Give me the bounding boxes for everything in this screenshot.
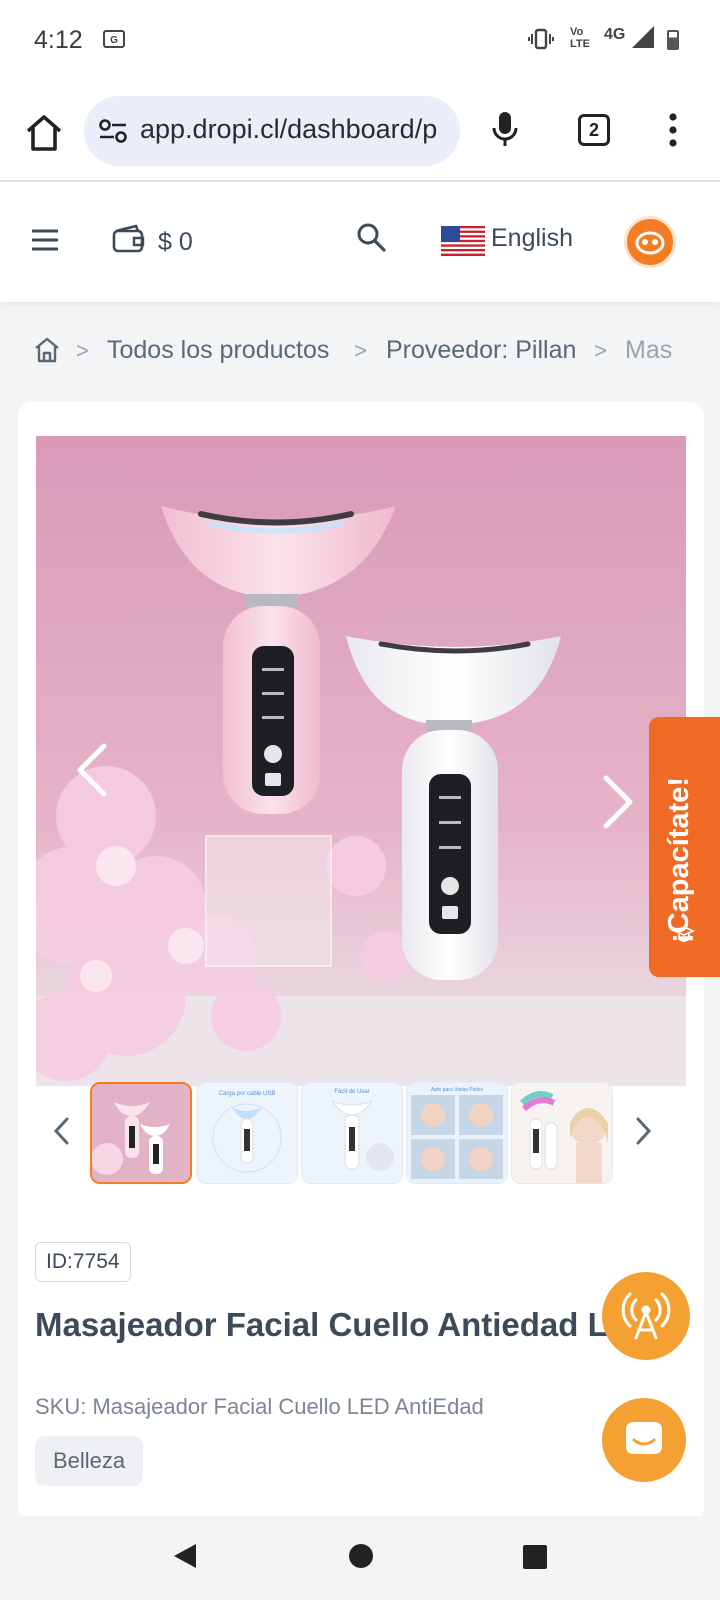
- app-header: $ 0 English: [0, 182, 720, 302]
- wallet-balance[interactable]: $ 0: [158, 228, 193, 257]
- battery-icon: [667, 30, 679, 50]
- microphone-icon[interactable]: [490, 110, 520, 155]
- chat-fab-button[interactable]: [602, 1398, 686, 1482]
- breadcrumb-item-current: Mas: [625, 336, 673, 364]
- recents-nav-icon[interactable]: [522, 1544, 548, 1575]
- graduation-cap-icon: [673, 925, 695, 950]
- chevron-right-icon: >: [76, 338, 89, 363]
- url-text[interactable]: app.dropi.cl/dashboard/p: [140, 114, 437, 145]
- us-flag-icon[interactable]: [441, 226, 485, 256]
- network-type: 4G: [604, 26, 626, 43]
- breadcrumb-item[interactable]: Todos los productos: [107, 336, 329, 365]
- capacitate-side-tab[interactable]: ¡Capacítate!: [649, 717, 720, 977]
- thumbnail-4[interactable]: Apto para Varias Pieles: [406, 1082, 508, 1184]
- browser-toolbar: app.dropi.cl/dashboard/p 2: [0, 84, 720, 182]
- thumbnail-2-caption: Carga por cable USB: [219, 1091, 276, 1097]
- chevron-right-icon: >: [594, 338, 607, 363]
- thumbnail-prev-arrow[interactable]: [52, 1116, 70, 1154]
- thumbnail-4-caption: Apto para Varias Pieles: [431, 1087, 483, 1093]
- home-nav-icon[interactable]: [348, 1543, 374, 1574]
- url-bar[interactable]: app.dropi.cl/dashboard/p: [84, 96, 460, 166]
- chat-icon: [626, 1422, 662, 1454]
- thumbnail-1[interactable]: [90, 1082, 192, 1184]
- site-settings-icon[interactable]: [98, 118, 128, 149]
- breadcrumb-item[interactable]: Proveedor: Pillan: [386, 336, 576, 365]
- thumbnail-5[interactable]: [511, 1082, 613, 1184]
- back-nav-icon[interactable]: [172, 1542, 198, 1575]
- product-id-badge: ID:7754: [35, 1242, 131, 1282]
- language-selector[interactable]: English: [491, 224, 573, 253]
- sim-icon: G: [103, 30, 125, 48]
- broadcast-fab-button[interactable]: [602, 1272, 690, 1360]
- broadcast-tower-icon: [621, 1292, 671, 1340]
- thumbnail-next-arrow[interactable]: [635, 1116, 653, 1154]
- carousel-prev-arrow[interactable]: [74, 742, 108, 812]
- more-options-icon[interactable]: [668, 112, 678, 153]
- vibrate-icon: [528, 28, 554, 56]
- carousel-next-arrow[interactable]: [602, 774, 636, 844]
- tab-switcher-button[interactable]: 2: [578, 114, 610, 146]
- avatar[interactable]: [624, 216, 676, 268]
- signal-icon: [632, 26, 654, 53]
- status-bar: 4:12 G Vo LTE 4G: [0, 0, 720, 84]
- home-icon[interactable]: [22, 111, 66, 155]
- status-time: 4:12: [34, 26, 83, 54]
- volte-label: Vo LTE: [570, 26, 590, 50]
- search-icon[interactable]: [356, 222, 386, 257]
- breadcrumb-home-icon[interactable]: [34, 336, 60, 369]
- chevron-right-icon: >: [354, 338, 367, 363]
- capacitate-label: ¡Capacítate!: [663, 777, 695, 943]
- wallet-icon[interactable]: [112, 224, 146, 259]
- product-main-image[interactable]: [36, 436, 686, 1086]
- thumbnail-2[interactable]: Carga por cable USB: [196, 1082, 298, 1184]
- system-nav-bar: [0, 1516, 720, 1600]
- thumbnail-3[interactable]: Fácil de Usar: [301, 1082, 403, 1184]
- hamburger-menu-icon[interactable]: [31, 228, 59, 257]
- breadcrumb: > Todos los productos > Proveedor: Pilla…: [0, 330, 720, 374]
- product-sku: SKU: Masajeador Facial Cuello LED AntiEd…: [35, 1394, 484, 1419]
- product-title: Masajeador Facial Cuello Antiedad Led: [35, 1306, 647, 1343]
- category-tag[interactable]: Belleza: [35, 1436, 144, 1486]
- thumbnail-3-caption: Fácil de Usar: [334, 1089, 369, 1095]
